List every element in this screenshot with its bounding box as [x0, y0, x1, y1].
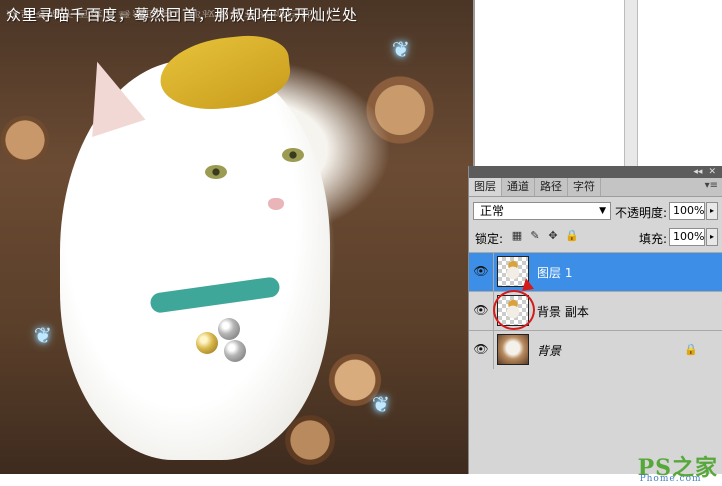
- site-watermark-logo: PS之家 Phome.com: [638, 450, 718, 484]
- layer-name[interactable]: 背景 副本: [537, 303, 589, 320]
- layer-thumbnail: [497, 334, 529, 365]
- cat-eye-right: [282, 148, 304, 162]
- layer-row[interactable]: 👁 背景 副本: [469, 277, 722, 330]
- butterfly-sparkle: ❦: [391, 38, 411, 63]
- collapse-icon[interactable]: ◂◂: [693, 166, 702, 178]
- panel-title-bar[interactable]: ◂◂ ✕: [469, 166, 722, 178]
- layer-row[interactable]: 👁 图层 1: [469, 252, 722, 291]
- divider: [493, 331, 494, 369]
- cat-nose: [268, 198, 284, 210]
- bell: [224, 340, 246, 362]
- workspace-divider: [473, 0, 475, 166]
- butterfly-sparkle: ❦: [33, 324, 53, 349]
- watermark-subtext: Phome.com: [639, 474, 702, 484]
- panel-menu-icon[interactable]: ▾≡: [705, 180, 718, 191]
- vertical-scrollbar[interactable]: [624, 0, 638, 166]
- opacity-input[interactable]: 100%: [669, 202, 705, 220]
- tab-layers[interactable]: 图层: [469, 178, 502, 196]
- opacity-slider-button[interactable]: ▸: [706, 202, 718, 220]
- bell: [196, 332, 218, 354]
- document-canvas[interactable]: ❦ ❦ ❦ 众里寻喵千百度，蓦然回首，那叔却在花开灿烂处 众里寻喵千百度，蓦然回…: [0, 0, 474, 474]
- butterfly-sparkle: ❦: [371, 393, 391, 418]
- lock-all-icon[interactable]: 🔒: [565, 230, 579, 242]
- lock-label: 锁定:: [475, 232, 504, 246]
- close-icon[interactable]: ✕: [708, 166, 716, 178]
- divider: [493, 253, 494, 291]
- tab-paths[interactable]: 路径: [535, 178, 568, 196]
- eye-icon[interactable]: 👁: [473, 342, 489, 356]
- cat-eye-left: [205, 165, 227, 179]
- lock-transparent-icon[interactable]: ▦: [511, 230, 523, 242]
- tab-channels[interactable]: 通道: [502, 178, 535, 196]
- blend-mode-select[interactable]: 正常 ▼: [473, 202, 611, 220]
- lock-position-icon[interactable]: ✥: [547, 230, 559, 242]
- lock-pixels-icon[interactable]: ✎: [529, 230, 541, 242]
- eye-icon[interactable]: 👁: [473, 264, 489, 278]
- lock-icon: 🔒: [684, 343, 698, 356]
- opacity-label: 不透明度:: [615, 206, 668, 220]
- fill-label: 填充:: [639, 232, 668, 246]
- layer-row[interactable]: 👁 背景 🔒: [469, 330, 722, 369]
- caption-reflection: 众里寻喵千百度，蓦然回首，那叔却在花开灿烂处: [6, 8, 315, 18]
- layers-panel: ◂◂ ✕ 图层 通道 路径 字符 ▾≡ 正常 ▼ 不透明度: 100% ▸ 锁定…: [468, 166, 722, 474]
- fill-slider-button[interactable]: ▸: [706, 228, 718, 246]
- fill-input[interactable]: 100%: [669, 228, 705, 246]
- tab-character[interactable]: 字符: [568, 178, 601, 196]
- layers-list: 👁 图层 1 👁 背景 副本 👁 背景 🔒: [469, 252, 722, 369]
- chevron-down-icon: ▼: [599, 206, 606, 216]
- annotation-arrow: [520, 277, 534, 291]
- eye-icon[interactable]: 👁: [473, 303, 489, 317]
- bell: [218, 318, 240, 340]
- layer-name[interactable]: 图层 1: [537, 264, 572, 281]
- workspace-area: [474, 0, 722, 166]
- status-strip: [0, 474, 722, 486]
- layer-name[interactable]: 背景: [537, 342, 561, 359]
- blend-mode-value: 正常: [480, 204, 505, 218]
- panel-tabs: 图层 通道 路径 字符 ▾≡: [469, 178, 722, 197]
- annotation-circle: [493, 290, 535, 330]
